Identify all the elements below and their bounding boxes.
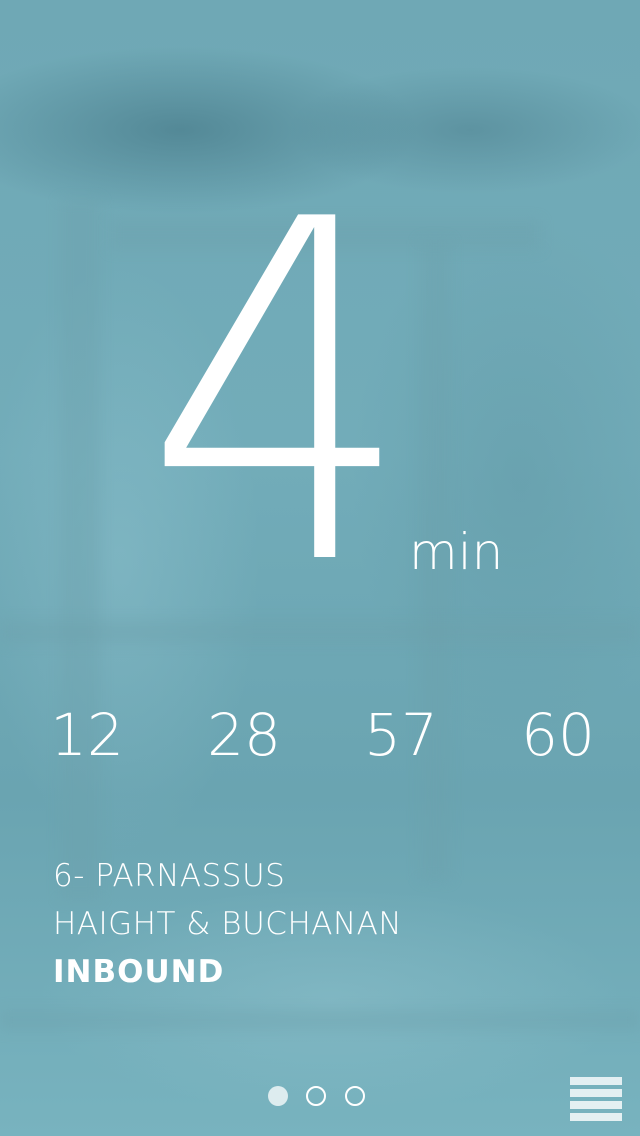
upcoming-arrival: 12: [50, 701, 124, 769]
next-arrival-minutes: 4: [144, 121, 413, 668]
page-dot-active[interactable]: [268, 1086, 288, 1106]
upcoming-arrival: 28: [207, 701, 281, 769]
upcoming-arrivals: 12 28 57 60: [0, 700, 640, 770]
upcoming-arrival: 60: [521, 701, 595, 769]
upcoming-arrival: 57: [364, 701, 438, 769]
stop-name: HAIGHT & BUCHANAN: [53, 906, 403, 942]
hamburger-menu-icon[interactable]: [570, 1077, 622, 1121]
page-dot[interactable]: [306, 1086, 326, 1106]
arrival-screen: 4 min 12 28 57 60 6- PARNASSUS HAIGHT & …: [0, 0, 640, 1136]
page-dot[interactable]: [345, 1086, 365, 1106]
route-name: 6- PARNASSUS: [53, 858, 286, 894]
route-direction: INBOUND: [53, 954, 225, 990]
page-indicator: [266, 1086, 376, 1110]
route-info: 6- PARNASSUS HAIGHT & BUCHANAN INBOUND: [53, 852, 613, 996]
next-arrival-unit: min: [409, 523, 504, 581]
